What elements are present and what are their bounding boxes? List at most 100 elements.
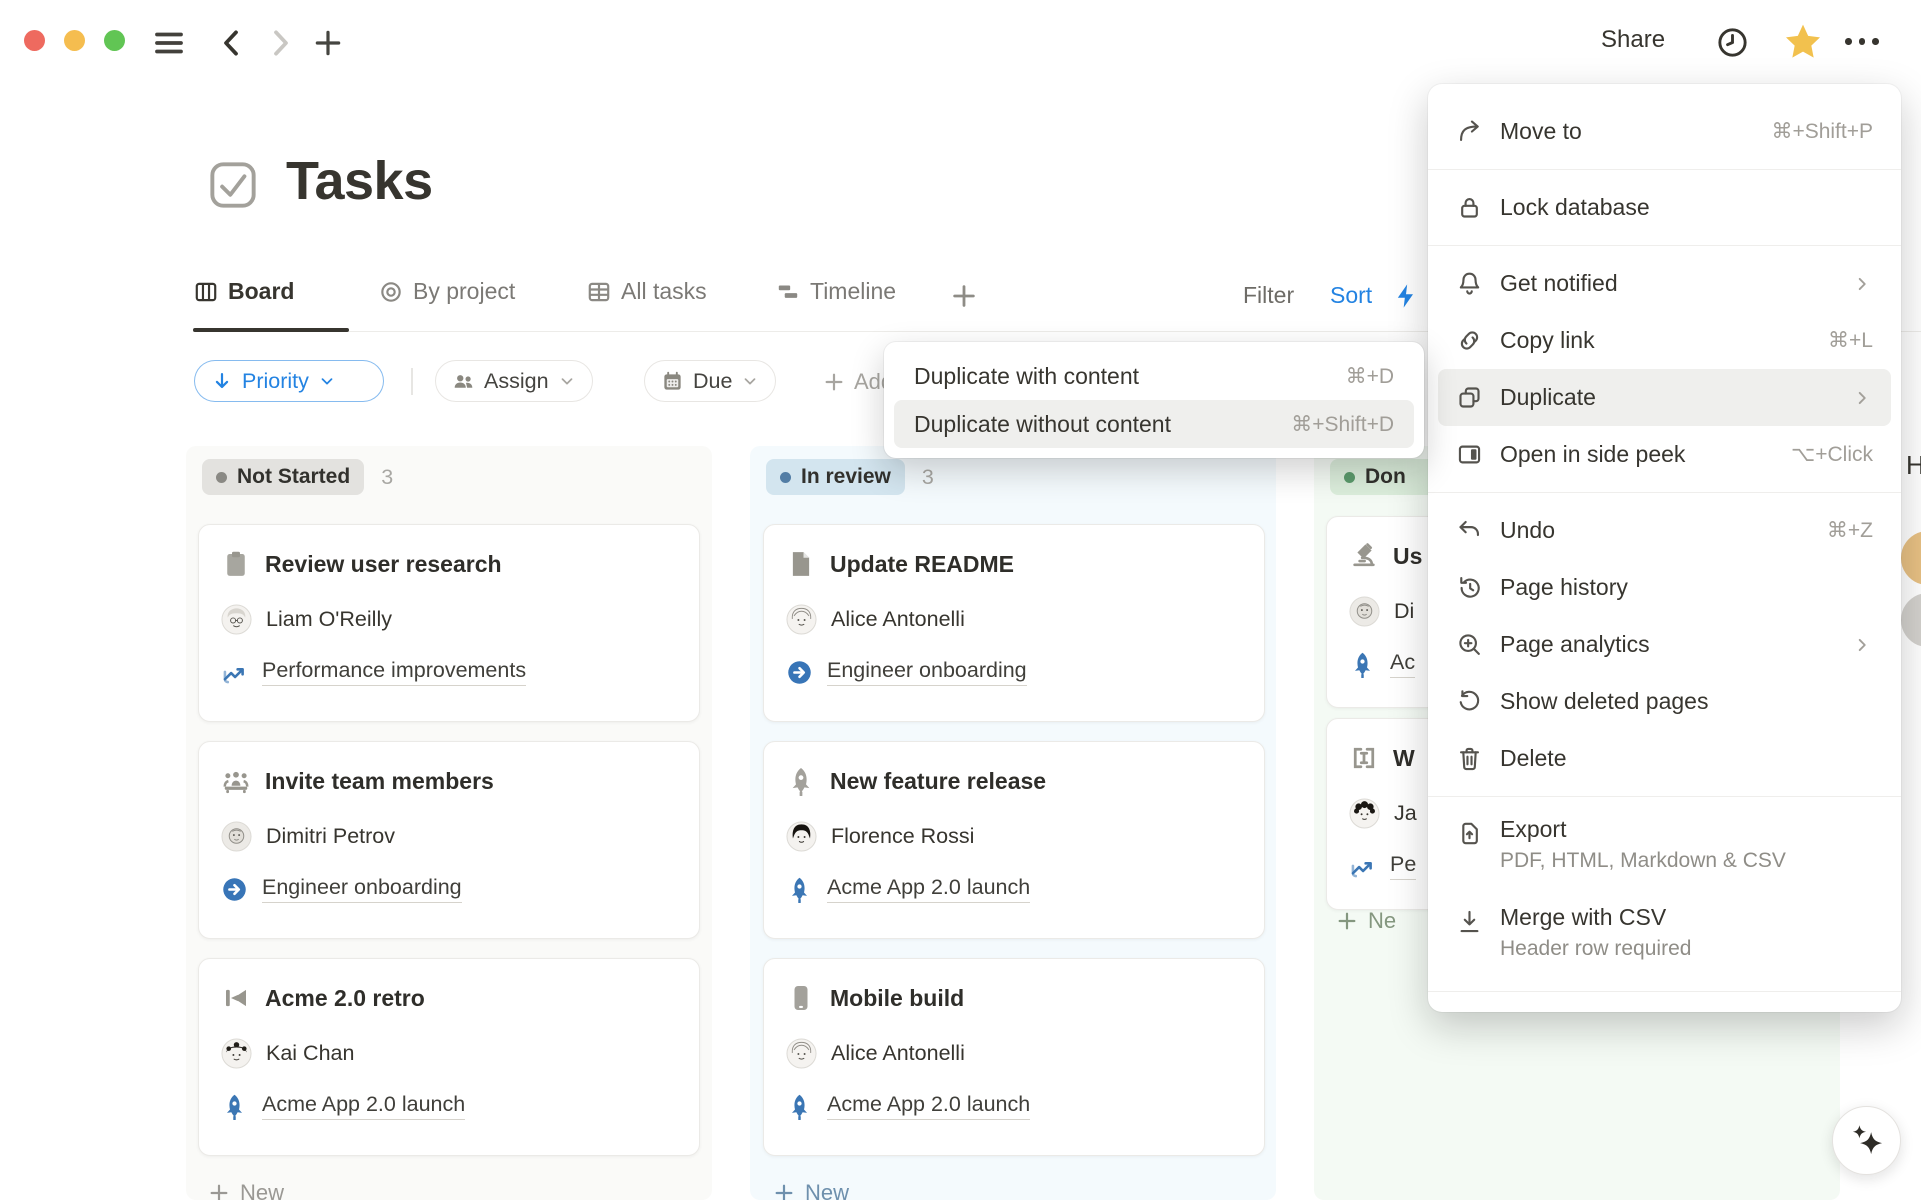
tab-board[interactable]: Board bbox=[193, 278, 294, 305]
ai-button[interactable] bbox=[1832, 1106, 1901, 1175]
show-deleted-icon bbox=[1456, 688, 1483, 715]
trash-icon bbox=[1456, 745, 1483, 772]
project-link[interactable]: Acme App 2.0 launch bbox=[827, 1092, 1030, 1120]
card-count: 3 bbox=[922, 465, 934, 490]
project-link[interactable]: Acme App 2.0 launch bbox=[827, 875, 1030, 903]
menu-item-subtitle: PDF, HTML, Markdown & CSV bbox=[1500, 849, 1786, 873]
tab-label: Timeline bbox=[810, 278, 896, 305]
sparkle-icon bbox=[1845, 1119, 1889, 1163]
task-title: Mobile build bbox=[830, 985, 964, 1012]
card-count: 3 bbox=[381, 465, 393, 490]
menu-item-label: Export bbox=[1500, 816, 1786, 843]
menu-item-page-history[interactable]: Page history bbox=[1438, 559, 1891, 616]
avatar bbox=[1349, 798, 1380, 829]
ellipsis-icon[interactable] bbox=[1845, 38, 1879, 45]
traffic-light-zoom[interactable] bbox=[104, 30, 125, 51]
column-header-in-review[interactable]: In review 3 bbox=[766, 459, 934, 495]
traffic-light-close[interactable] bbox=[24, 30, 45, 51]
star-icon[interactable] bbox=[1783, 22, 1823, 62]
menu-item-get-notified[interactable]: Get notified bbox=[1438, 255, 1891, 312]
project-link[interactable]: Engineer onboarding bbox=[262, 875, 462, 903]
due-filter-chip[interactable]: Due bbox=[644, 360, 776, 402]
task-title: Update README bbox=[830, 551, 1014, 578]
tab-timeline[interactable]: Timeline bbox=[775, 278, 896, 305]
menu-item-lock-database[interactable]: Lock database bbox=[1438, 179, 1891, 236]
plus-icon bbox=[823, 371, 845, 393]
task-card[interactable]: Acme 2.0 retro Kai Chan Acme App 2.0 lau… bbox=[198, 958, 700, 1156]
menu-item-label: Delete bbox=[1500, 745, 1873, 772]
menu-item-delete[interactable]: Delete bbox=[1438, 730, 1891, 787]
assign-filter-chip[interactable]: Assign bbox=[435, 360, 593, 402]
page-history-icon bbox=[1456, 574, 1483, 601]
line-chart-icon bbox=[1349, 853, 1376, 880]
project-link[interactable]: Pe bbox=[1390, 852, 1416, 880]
rocket-icon bbox=[786, 1093, 813, 1120]
menu-item-label: Page history bbox=[1500, 574, 1873, 601]
merge-csv-icon bbox=[1456, 908, 1483, 935]
clock-icon[interactable] bbox=[1716, 26, 1749, 59]
share-button[interactable]: Share bbox=[1601, 26, 1665, 54]
project-link[interactable]: Performance improvements bbox=[262, 658, 526, 686]
checkbox-icon[interactable] bbox=[208, 160, 258, 210]
microscope-icon bbox=[1349, 541, 1379, 571]
sort-button[interactable]: Sort bbox=[1330, 282, 1372, 309]
menu-item-show-deleted-pages[interactable]: Show deleted pages bbox=[1438, 673, 1891, 730]
priority-sort-chip[interactable]: Priority bbox=[194, 360, 384, 402]
chip-label: Due bbox=[693, 369, 732, 394]
column-header-not-started[interactable]: Not Started 3 bbox=[202, 459, 393, 495]
line-chart-icon bbox=[221, 659, 248, 686]
task-card[interactable]: Update README Alice Antonelli Engineer o… bbox=[763, 524, 1265, 722]
project-link[interactable]: Ac bbox=[1390, 650, 1415, 678]
menu-item-duplicate[interactable]: Duplicate bbox=[1438, 369, 1891, 426]
tab-all-tasks[interactable]: All tasks bbox=[586, 278, 707, 305]
project-link[interactable]: Acme App 2.0 launch bbox=[262, 1092, 465, 1120]
avatar bbox=[786, 604, 817, 635]
new-card-button[interactable]: New bbox=[208, 1180, 284, 1200]
forward-icon[interactable] bbox=[264, 26, 296, 60]
page-icon bbox=[786, 549, 816, 579]
timeline-icon bbox=[775, 279, 801, 305]
task-card[interactable]: New feature release Florence Rossi Acme … bbox=[763, 741, 1265, 939]
menu-item-open-in-side-peek[interactable]: Open in side peek ⌥+Click bbox=[1438, 426, 1891, 483]
duplicate-submenu: Duplicate with content ⌘+D Duplicate wit… bbox=[884, 342, 1424, 458]
page-options-menu: Move to ⌘+Shift+P Lock database Get noti… bbox=[1428, 84, 1901, 1012]
menu-item-shortcut: ⌘+D bbox=[1346, 364, 1394, 389]
status-label: Not Started bbox=[237, 465, 350, 489]
tab-label: By project bbox=[413, 278, 515, 305]
export-icon bbox=[1456, 820, 1483, 847]
menu-item-label: Duplicate with content bbox=[914, 363, 1346, 390]
menu-item-label: Copy link bbox=[1500, 327, 1811, 354]
menu-item-merge-with-csv[interactable]: Merge with CSV Header row required bbox=[1438, 894, 1891, 982]
menu-item-move-to[interactable]: Move to ⌘+Shift+P bbox=[1438, 103, 1891, 160]
phone-icon bbox=[786, 983, 816, 1013]
filter-button[interactable]: Filter bbox=[1243, 282, 1294, 309]
back-icon[interactable] bbox=[216, 26, 248, 60]
tab-by-project[interactable]: By project bbox=[378, 278, 515, 305]
menu-item-page-analytics[interactable]: Page analytics bbox=[1438, 616, 1891, 673]
new-card-button[interactable]: New bbox=[773, 1180, 849, 1200]
menu-item-duplicate-with-content[interactable]: Duplicate with content ⌘+D bbox=[894, 352, 1414, 400]
chevron-down-icon bbox=[558, 372, 576, 390]
table-icon bbox=[586, 279, 612, 305]
menu-item-duplicate-without-content[interactable]: Duplicate without content ⌘+Shift+D bbox=[894, 400, 1414, 448]
project-link[interactable]: Engineer onboarding bbox=[827, 658, 1027, 686]
automations-icon[interactable] bbox=[1392, 282, 1420, 310]
menu-item-export[interactable]: Export PDF, HTML, Markdown & CSV bbox=[1438, 806, 1891, 894]
side-peek-icon bbox=[1456, 441, 1483, 468]
new-page-icon[interactable] bbox=[312, 26, 344, 60]
status-dot bbox=[216, 472, 227, 483]
menu-item-copy-link[interactable]: Copy link ⌘+L bbox=[1438, 312, 1891, 369]
menu-item-undo[interactable]: Undo ⌘+Z bbox=[1438, 502, 1891, 559]
task-card[interactable]: Mobile build Alice Antonelli Acme App 2.… bbox=[763, 958, 1265, 1156]
task-card[interactable]: Review user research Liam O'Reilly Perfo… bbox=[198, 524, 700, 722]
menu-item-label: Open in side peek bbox=[1500, 441, 1774, 468]
new-card-button[interactable]: Ne bbox=[1336, 908, 1396, 934]
add-view-icon[interactable] bbox=[950, 282, 978, 310]
rocket-icon bbox=[221, 1093, 248, 1120]
hamburger-icon[interactable] bbox=[152, 26, 186, 60]
avatar bbox=[221, 821, 252, 852]
task-card[interactable]: Invite team members Dimitri Petrov Engin… bbox=[198, 741, 700, 939]
chip-divider bbox=[411, 368, 413, 395]
traffic-light-minimize[interactable] bbox=[64, 30, 85, 51]
chevron-down-icon bbox=[741, 372, 759, 390]
